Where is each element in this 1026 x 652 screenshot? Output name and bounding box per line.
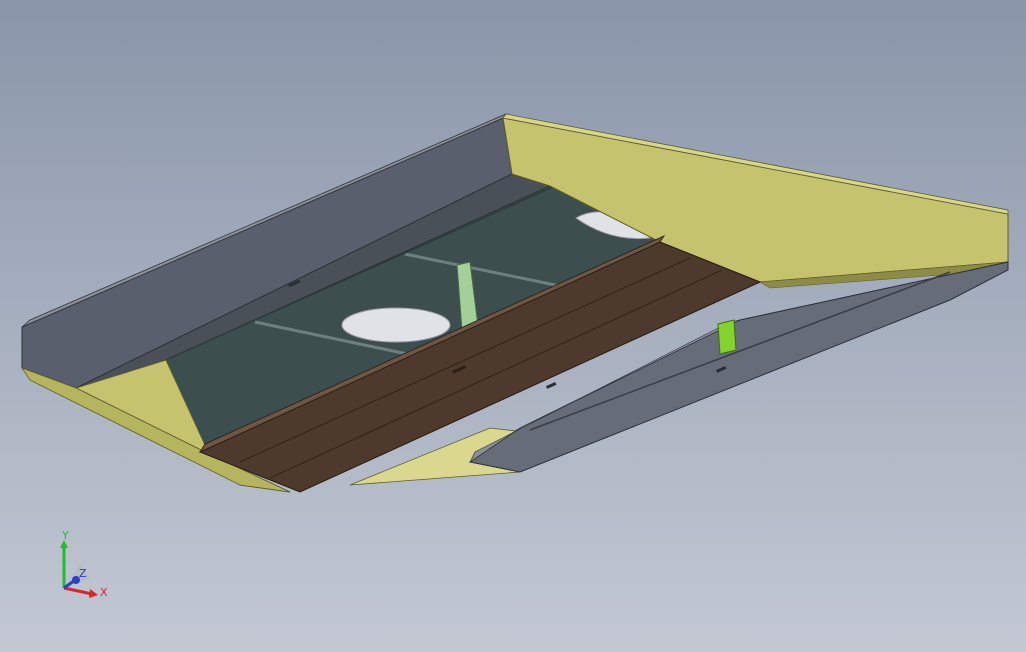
triad-x-label: X [100,586,108,599]
lime-block[interactable] [717,319,737,355]
triad-x-axis [63,586,93,596]
triad-x-arrow [89,589,98,598]
slot-mark-3 [546,382,557,389]
3d-model-canvas[interactable] [0,0,1026,652]
triad-y-label: Y [61,530,69,542]
floor-hole-large [341,307,451,343]
cad-viewport[interactable]: Y Z X [0,0,1026,652]
orientation-triad[interactable]: Y Z X [50,530,120,610]
triad-z-label: Z [79,567,87,580]
